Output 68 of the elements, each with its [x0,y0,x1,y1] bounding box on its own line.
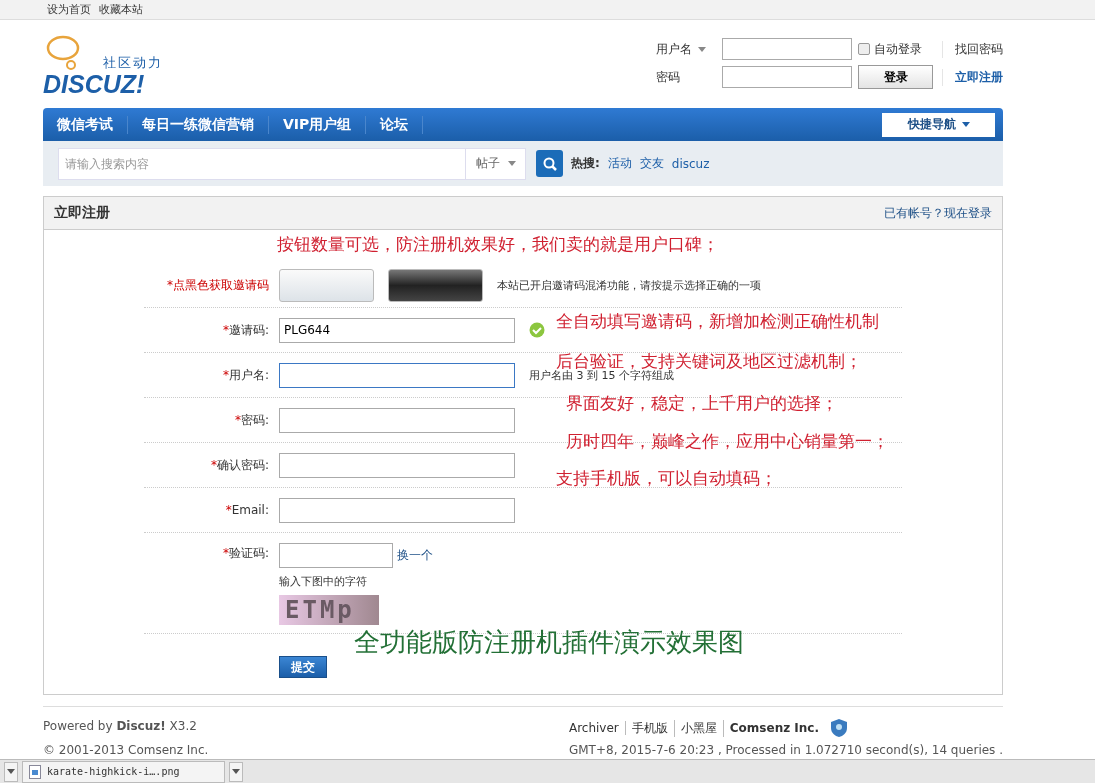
shield-icon [831,719,848,737]
password-input[interactable] [722,66,852,88]
top-link[interactable]: 设为首页 [47,2,91,17]
field-label: *验证码: [222,546,269,560]
copyright-text: © 2001-2013 Comsenz Inc. [43,743,210,757]
field-label: *点黑色获取邀请码 [166,276,269,294]
input-field[interactable] [279,543,393,568]
nav-item[interactable]: 微信考试 [43,115,128,134]
username-input[interactable] [722,38,852,60]
password-label: 密码 [656,68,681,86]
annotation-text: 支持手机版，可以自动填码； [556,467,777,490]
dropdown-button[interactable] [4,761,18,782]
username-label: 用户名 [656,40,718,58]
captcha-image: ETMp [279,595,379,625]
caret-icon [961,122,970,127]
nav-item[interactable]: 论坛 [366,115,424,134]
nav-item[interactable]: VIP用户组 [269,115,367,134]
auto-login-checkbox[interactable]: 自动登录 [858,40,938,58]
footer-link[interactable]: Archiver [568,721,626,735]
download-item[interactable]: karate-highkick-i….png [22,760,225,783]
caret-icon [7,769,15,774]
powered-by-text: Powered by Discuz! X3.2 [43,719,198,735]
annotation-text: 后台验证，支持关键词及地区过滤机制； [556,350,862,371]
footer-link[interactable]: Comsenz Inc. [729,721,826,735]
top-link[interactable]: 收藏本站 [99,2,143,17]
logo[interactable]: 社区动力 DISCUZ! [43,28,183,98]
input-field[interactable] [279,407,515,433]
caption-text: 全功能版防注册机插件演示效果图 [354,626,744,659]
submit-button[interactable]: 提交 [279,656,327,678]
caret-icon [507,161,516,166]
annotation-text: 历时四年，巅峰之作，应用中心销量第一； [566,430,889,453]
quick-nav-button[interactable]: 快捷导航 [882,112,995,137]
invite-option-button[interactable] [388,268,483,302]
input-field[interactable]: PLG644 [279,317,515,343]
login-button[interactable]: 登录 [858,65,933,89]
refresh-link[interactable]: 换一个 [397,547,433,564]
field-label: *邀请码: [221,321,269,339]
dropdown-button[interactable] [229,761,243,782]
field-label: *Email: [224,503,269,517]
forgot-password-link[interactable]: 找回密码 [942,40,1003,58]
file-icon [29,764,41,779]
search-button[interactable] [536,150,563,177]
search-icon [542,156,557,171]
field-label: *确认密码: [209,456,269,474]
hot-search-link[interactable]: 活动 [607,155,632,172]
input-field[interactable] [279,497,515,523]
hot-search-label: 热搜: [571,155,600,172]
field-label: *用户名: [221,366,269,384]
panel-title: 立即注册 [54,204,110,222]
search-field[interactable]: 请输入搜索内容 帖子 [58,147,526,180]
field-label: *密码: [233,411,269,429]
annotation-text: 按钮数量可选，防注册机效果好，我们卖的就是用户口碑； [277,233,719,256]
annotation-text: 界面友好，稳定，上千用户的选择； [566,392,838,415]
login-link[interactable]: 已有帐号？现在登录 [884,204,992,222]
hint-text: 本站已开启邀请码混淆功能，请按提示选择正确的一项 [497,277,761,293]
input-field[interactable] [279,452,515,478]
footer-link[interactable]: 手机版 [631,719,675,737]
nav-item[interactable]: 每日一练微信营销 [128,115,269,134]
stats-text: GMT+8, 2015-7-6 20:23 , Processed in 1.072710 second(s), 14 queries . [568,743,1003,757]
caret-icon [698,46,706,52]
hot-search-link[interactable]: 交友 [639,155,664,172]
hot-search-link[interactable]: discuz [671,156,710,171]
caret-icon [232,769,240,774]
annotation-text: 全自动填写邀请码，新增加检测正确性机制 [556,310,879,333]
input-field[interactable] [279,362,515,388]
captcha-instruction: 输入下图中的字符 [279,574,368,589]
register-link[interactable]: 立即注册 [942,68,1003,86]
footer-link[interactable]: 小黑屋 [680,719,724,737]
